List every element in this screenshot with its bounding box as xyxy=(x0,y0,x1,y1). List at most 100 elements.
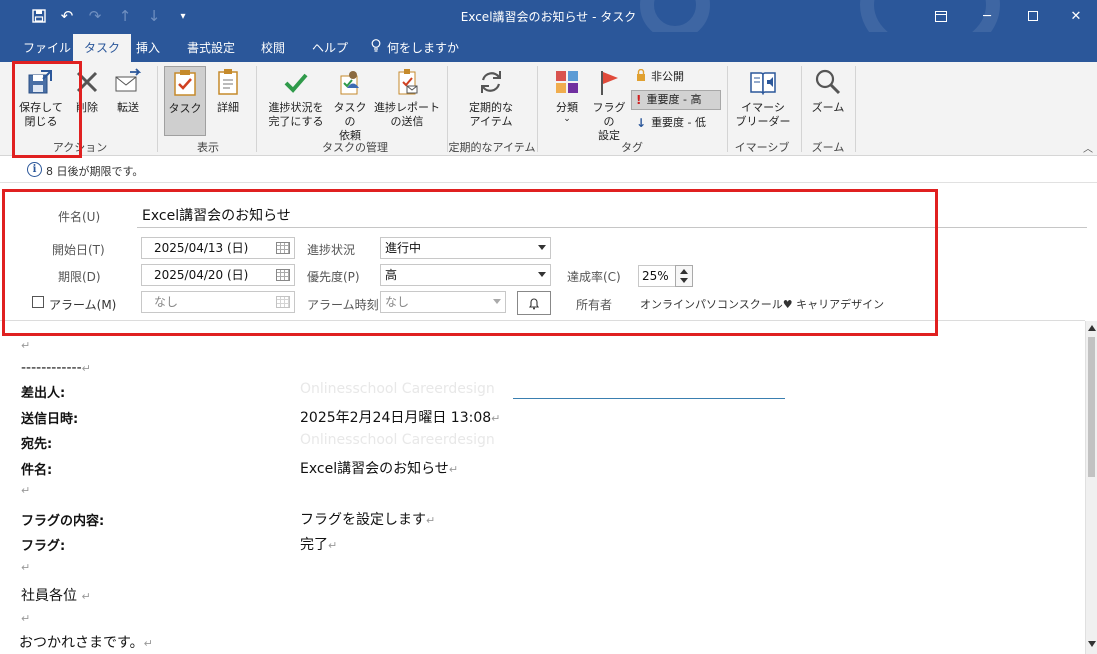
group-label-immersive: イマーシブ xyxy=(734,141,790,154)
due-info-text: 8 日後が期限です。 xyxy=(46,165,144,178)
scroll-thumb[interactable] xyxy=(1088,337,1095,477)
group-separator xyxy=(801,66,802,152)
delete-icon xyxy=(70,66,104,98)
percent-complete-input[interactable]: 25% xyxy=(638,265,676,287)
ribbon-tabs: ファイル タスク 挿入 書式設定 校閲 ヘルプ 何をしますか xyxy=(0,32,1097,62)
private-button[interactable]: 非公開 xyxy=(632,67,688,87)
group-separator xyxy=(157,66,158,152)
immersive-reader-button[interactable]: イマーシ ブリーダー xyxy=(734,66,792,129)
delete-button[interactable]: 削除 xyxy=(70,66,104,115)
bell-icon xyxy=(528,298,540,309)
to-value: Onlinesschool Careerdesign xyxy=(300,432,495,448)
priority-select[interactable]: 高 xyxy=(380,264,551,286)
alarm-time-select: なし xyxy=(380,291,506,313)
save-close-button[interactable]: 保存して 閉じる xyxy=(16,66,66,129)
forward-button[interactable]: 転送 xyxy=(110,66,146,115)
info-icon: i xyxy=(27,162,42,177)
undo-icon[interactable]: ↶ xyxy=(54,0,80,32)
tab-file[interactable]: ファイル xyxy=(12,34,82,62)
closing-line: おつかれさまです。↵ xyxy=(19,635,153,651)
scroll-up-icon[interactable] xyxy=(1088,325,1096,331)
tab-format[interactable]: 書式設定 xyxy=(176,34,246,62)
percent-spinner[interactable] xyxy=(675,265,693,287)
due-date-field[interactable]: 2025/04/20 (日) xyxy=(141,264,295,286)
ribbon-display-icon[interactable] xyxy=(918,0,964,32)
save-icon[interactable] xyxy=(26,0,52,32)
subject-input[interactable]: Excel講習会のお知らせ xyxy=(142,205,291,225)
flag-content-value: フラグを設定します↵ xyxy=(300,512,436,528)
lightbulb-icon xyxy=(371,35,381,63)
start-date-label: 開始日(T) xyxy=(52,243,105,257)
paragraph-mark: ↵ xyxy=(21,484,31,497)
low-importance-button[interactable]: ↓ 重要度 - 低 xyxy=(632,113,710,133)
start-date-field[interactable]: 2025/04/13 (日) xyxy=(141,237,295,259)
subject-label: 件名(U) xyxy=(58,210,101,224)
paragraph-mark: ↵ xyxy=(21,339,31,352)
chevron-down-icon xyxy=(493,299,501,304)
status-select[interactable]: 進行中 xyxy=(380,237,551,259)
magnifier-icon xyxy=(808,66,848,98)
chevron-down-icon xyxy=(538,272,546,277)
zoom-button[interactable]: ズーム xyxy=(808,66,848,115)
follow-up-button[interactable]: フラグの 設定 xyxy=(588,66,630,143)
from-label: 差出人: xyxy=(21,386,66,401)
minimize-icon[interactable]: ─ xyxy=(964,0,1010,32)
tab-insert[interactable]: 挿入 xyxy=(125,34,171,62)
group-label-show: 表示 xyxy=(197,141,219,154)
customize-qat-icon[interactable]: ▾ xyxy=(170,0,196,32)
alarm-checkbox[interactable] xyxy=(32,296,44,308)
tab-task[interactable]: タスク xyxy=(73,34,132,62)
group-separator xyxy=(256,66,257,152)
paragraph-mark: ↵ xyxy=(21,561,31,574)
assign-task-icon xyxy=(330,66,370,98)
send-status-report-button[interactable]: 進捗レポート の送信 xyxy=(374,66,440,129)
save-close-icon xyxy=(16,66,66,98)
sent-value: 2025年2月24日月曜日 13:08↵ xyxy=(300,410,501,426)
calendar-icon xyxy=(276,296,290,308)
arrow-up-icon: ↑ xyxy=(118,7,132,25)
sent-label: 送信日時: xyxy=(21,412,79,427)
status-report-icon xyxy=(374,66,440,98)
tab-help[interactable]: ヘルプ xyxy=(301,34,359,62)
body-subject-value: Excel講習会のお知らせ↵ xyxy=(300,461,459,477)
redo-icon: ↷ xyxy=(88,7,102,25)
details-button[interactable]: 詳細 xyxy=(210,66,246,115)
info-bar: i 8 日後が期限です。 xyxy=(0,157,1097,183)
chevron-down-icon: ⌄ xyxy=(563,114,571,124)
tab-review[interactable]: 校閲 xyxy=(250,34,296,62)
alarm-sound-button[interactable] xyxy=(517,291,551,315)
high-importance-button[interactable]: ! 重要度 - 高 xyxy=(631,90,721,110)
form-separator xyxy=(0,320,1085,321)
details-icon xyxy=(210,66,246,98)
group-separator xyxy=(855,66,856,152)
alarm-date-field: なし xyxy=(141,291,295,313)
group-label-manage: タスクの管理 xyxy=(322,141,388,154)
paragraph-mark: ↵ xyxy=(21,612,31,625)
calendar-icon[interactable] xyxy=(276,269,290,281)
spin-up-icon[interactable] xyxy=(680,269,688,274)
recurrence-button[interactable]: 定期的な アイテム xyxy=(462,66,520,129)
alarm-label: アラーム(M) xyxy=(49,298,117,312)
decoration xyxy=(640,0,710,32)
tell-me-search[interactable]: 何をしますか xyxy=(360,34,470,62)
maximize-icon[interactable] xyxy=(1010,0,1056,32)
mark-complete-button[interactable]: 進捗状況を 完了にする xyxy=(264,66,328,129)
task-icon xyxy=(165,67,205,99)
calendar-icon[interactable] xyxy=(276,242,290,254)
flag-label: フラグ: xyxy=(21,539,66,554)
close-icon[interactable]: ✕ xyxy=(1053,0,1097,32)
to-label: 宛先: xyxy=(21,437,53,452)
task-view-button[interactable]: タスク xyxy=(164,66,206,136)
spin-down-icon[interactable] xyxy=(680,278,688,283)
tell-me-label: 何をしますか xyxy=(387,41,460,55)
categorize-button[interactable]: 分類 ⌄ xyxy=(548,66,586,124)
assign-task-button[interactable]: タスクの 依頼 xyxy=(330,66,370,143)
arrow-down-icon: ↓ xyxy=(636,116,647,130)
from-value: Onlinesschool Careerdesign xyxy=(300,381,495,397)
collapse-ribbon-icon[interactable]: ︿ xyxy=(1083,140,1093,155)
scroll-down-icon[interactable] xyxy=(1088,641,1096,647)
percent-complete-label: 達成率(C) xyxy=(567,270,621,284)
start-date-value: 2025/04/13 (日) xyxy=(154,241,249,255)
group-label-recurrence: 定期的なアイテム xyxy=(448,141,536,154)
body-scrollbar[interactable] xyxy=(1085,321,1097,654)
